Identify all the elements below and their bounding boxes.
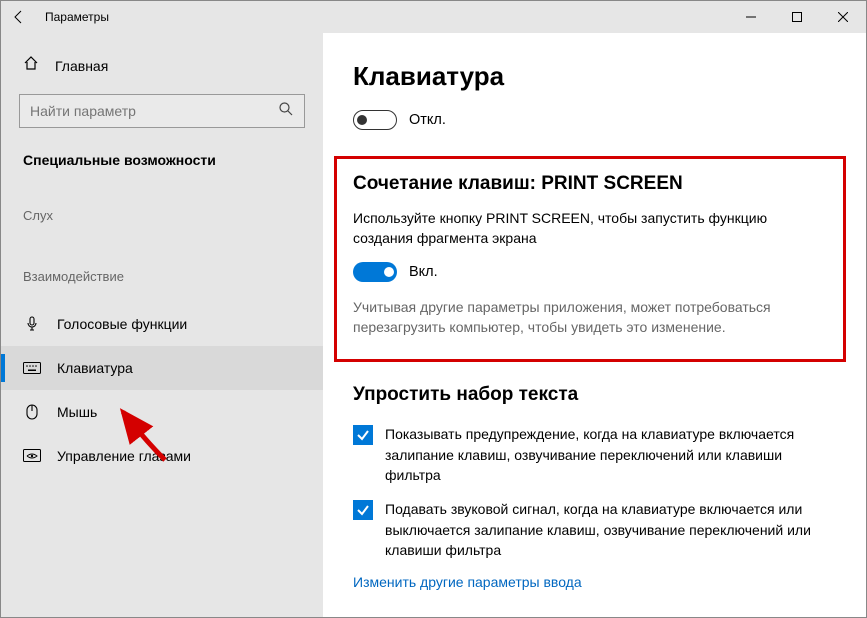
group-interaction: Взаимодействие [19,269,305,284]
section-note: Учитывая другие параметры приложения, мо… [353,298,827,337]
section-heading: Упростить набор текста [353,384,836,406]
page-title: Клавиатура [353,61,836,92]
minimize-button[interactable] [728,1,774,33]
search-field[interactable] [30,103,278,119]
home-nav[interactable]: Главная [19,55,305,76]
home-label: Главная [55,58,108,74]
keyboard-toggle[interactable] [353,110,397,130]
eye-control-icon [23,449,41,463]
back-button[interactable] [11,9,27,25]
home-icon [23,55,39,76]
microphone-icon [23,316,41,332]
checkbox-label: Подавать звуковой сигнал, когда на клави… [385,499,836,560]
sidebar-item-speech[interactable]: Голосовые функции [19,302,305,346]
main-content: Клавиатура Откл. Сочетание клавиш: PRINT… [323,33,866,617]
group-hearing: Слух [19,208,305,223]
search-icon [278,101,294,122]
toggle-label: Вкл. [409,264,438,280]
sidebar: Главная Специальные возможности Слух Вза… [1,33,323,617]
window-title: Параметры [45,10,109,24]
search-input[interactable] [19,94,305,128]
sidebar-item-label: Управление глазами [57,448,191,464]
print-screen-toggle[interactable] [353,262,397,282]
sidebar-item-mouse[interactable]: Мышь [19,390,305,434]
sidebar-item-keyboard[interactable]: Клавиатура [1,346,323,390]
sidebar-item-eye-control[interactable]: Управление глазами [19,434,305,478]
print-screen-section: Сочетание клавиш: PRINT SCREEN Используй… [334,156,846,362]
other-input-settings-link[interactable]: Изменить другие параметры ввода [353,574,836,590]
sidebar-item-label: Клавиатура [57,360,133,376]
maximize-button[interactable] [774,1,820,33]
sidebar-item-label: Голосовые функции [57,316,187,332]
section-heading: Сочетание клавиш: PRINT SCREEN [353,173,827,195]
keyboard-icon [23,362,41,374]
close-button[interactable] [820,1,866,33]
sound-checkbox[interactable] [353,500,373,520]
sidebar-item-label: Мышь [57,404,97,420]
mouse-icon [23,404,41,420]
warning-checkbox[interactable] [353,425,373,445]
checkbox-label: Показывать предупреждение, когда на клав… [385,424,836,485]
category-heading: Специальные возможности [19,152,305,168]
titlebar: Параметры [1,1,866,33]
section-description: Используйте кнопку PRINT SCREEN, чтобы з… [353,209,827,248]
toggle-label: Откл. [409,112,446,128]
